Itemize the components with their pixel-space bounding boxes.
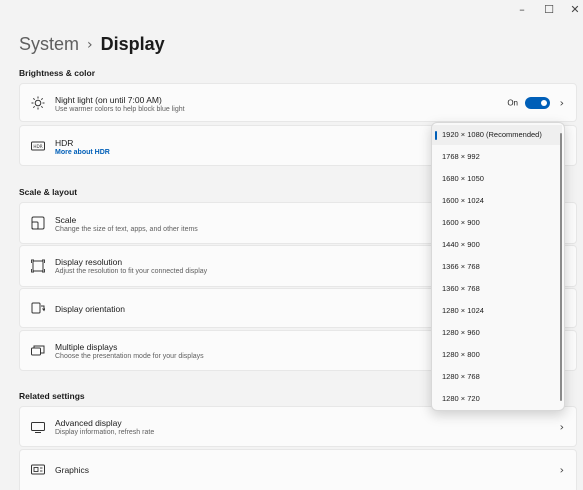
chevron-right-icon[interactable]: › [560,96,564,109]
resolution-option-label: 1440 × 900 [442,240,480,249]
resolution-option-label: 1366 × 768 [442,262,480,271]
advanced-display-desc: Display information, refresh rate [55,429,155,436]
multiple-displays-icon [31,345,45,355]
resolution-option-label: 1280 × 720 [442,394,480,403]
hdr-icon: HDR [31,141,45,150]
resolution-option-label: 1280 × 800 [442,350,480,359]
resolution-option[interactable]: 1280 × 720 [432,389,562,409]
resolution-option[interactable]: 1600 × 1024 [432,191,562,211]
resolution-option[interactable]: 1680 × 1050 [432,169,562,189]
section-scale-layout: Scale & layout [19,187,78,197]
resolution-dropdown[interactable]: 1920 × 1080 (Recommended) 1768 × 992 168… [431,122,565,411]
chevron-right-icon[interactable]: › [560,464,564,477]
dropdown-scrollbar[interactable] [560,133,562,401]
night-light-card[interactable]: Night light (on until 7:00 AM) Use warme… [19,83,577,122]
sun-icon [31,96,45,109]
svg-text:HDR: HDR [33,144,42,149]
breadcrumb-system[interactable]: System [19,34,79,55]
resolution-option-label: 1280 × 960 [442,328,480,337]
scale-icon [31,216,45,230]
breadcrumb: System › Display [19,34,165,55]
resolution-option-label: 1680 × 1050 [442,174,484,183]
graphics-title: Graphics [55,465,90,475]
resolution-option[interactable]: 1280 × 1024 [432,301,562,321]
advanced-display-card[interactable]: Advanced display Display information, re… [19,406,577,447]
resolution-option[interactable]: 1360 × 768 [432,279,562,299]
display-orientation-title: Display orientation [55,304,125,314]
resolution-option[interactable]: 1280 × 800 [432,345,562,365]
resolution-option[interactable]: 1366 × 768 [432,257,562,277]
resolution-option-label: 1768 × 992 [442,152,480,161]
resolution-option-label: 1360 × 768 [442,284,480,293]
selection-indicator [435,131,437,140]
section-related-settings: Related settings [19,391,85,401]
graphics-card[interactable]: Graphics › [19,449,577,490]
resolution-option-label: 1600 × 1024 [442,196,484,205]
breadcrumb-separator: › [87,36,93,53]
hdr-title: HDR [55,138,74,148]
night-light-toggle[interactable] [525,96,550,109]
resolution-option-label: 1280 × 768 [442,372,480,381]
maximize-button[interactable]: ☐ [539,2,559,18]
minimize-button[interactable]: – [512,2,532,18]
monitor-icon [31,421,45,433]
page-title: Display [100,34,165,54]
orientation-icon [31,302,45,314]
resolution-option[interactable]: 1440 × 900 [432,235,562,255]
resolution-option[interactable]: 1280 × 768 [432,367,562,387]
night-light-title: Night light (on until 7:00 AM) [55,95,162,105]
night-light-desc: Use warmer colors to help block blue lig… [55,106,185,113]
display-resolution-desc: Adjust the resolution to fit your connec… [55,268,208,275]
resolution-option-label: 1920 × 1080 (Recommended) [442,130,542,139]
resolution-icon [31,259,45,273]
resolution-option[interactable]: 1600 × 900 [432,213,562,233]
multiple-displays-title: Multiple displays [55,342,118,352]
section-brightness-color: Brightness & color [19,68,96,78]
multiple-displays-desc: Choose the presentation mode for your di… [55,353,204,360]
advanced-display-title: Advanced display [55,418,122,428]
resolution-option[interactable]: 1768 × 992 [432,147,562,167]
scale-title: Scale [55,215,77,225]
graphics-icon [31,464,45,475]
resolution-option[interactable]: 1920 × 1080 (Recommended) [432,125,562,145]
scale-desc: Change the size of text, apps, and other… [55,226,198,233]
title-bar: – ☐ ✕ [0,0,583,22]
resolution-option-label: 1600 × 900 [442,218,480,227]
hdr-more-link[interactable]: More about HDR [55,149,110,156]
night-light-toggle-label: On [507,98,518,107]
display-resolution-title: Display resolution [55,257,123,267]
resolution-option-label: 1280 × 1024 [442,306,484,315]
close-button[interactable]: ✕ [565,2,583,18]
resolution-option[interactable]: 1280 × 960 [432,323,562,343]
chevron-right-icon[interactable]: › [560,420,564,433]
